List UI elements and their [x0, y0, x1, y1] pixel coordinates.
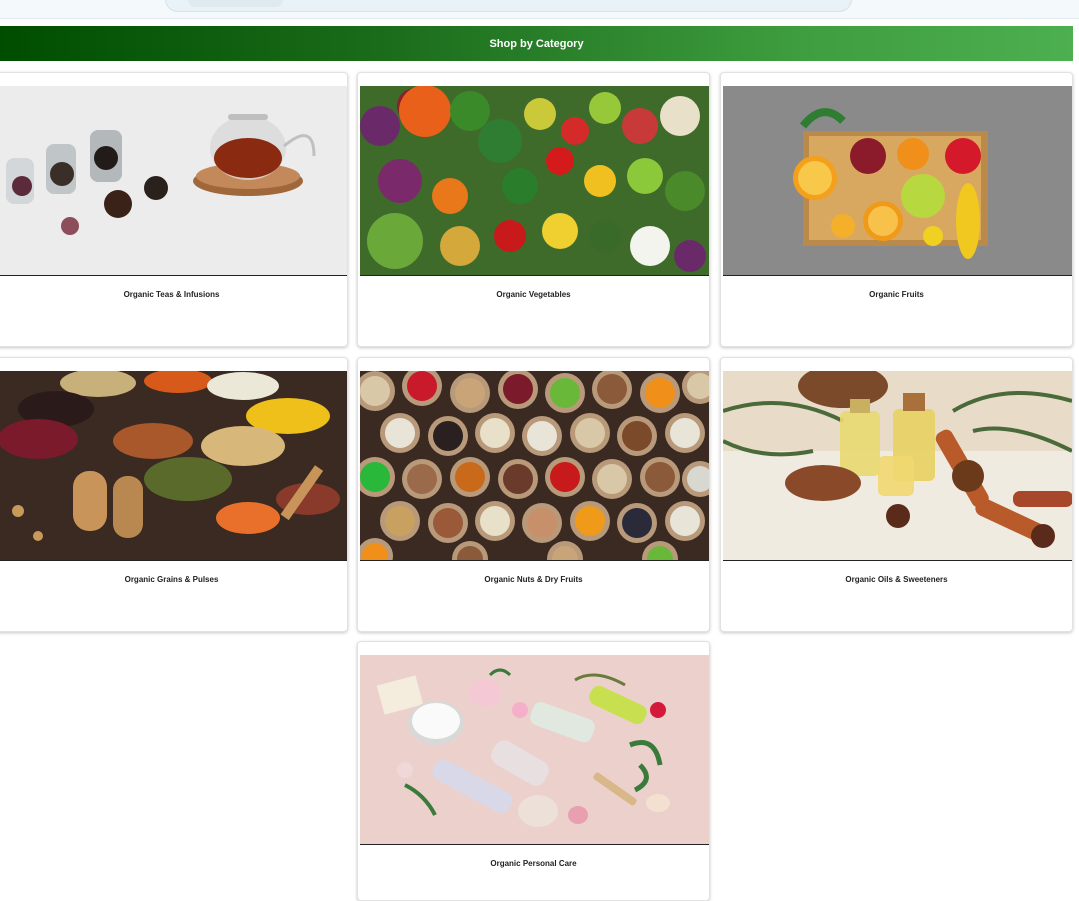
category-card-nuts[interactable]: Organic Nuts & Dry Fruits: [357, 357, 710, 632]
category-card-personal-care[interactable]: Organic Personal Care: [357, 641, 710, 901]
category-image-personal-care[interactable]: [360, 655, 709, 845]
category-card-teas[interactable]: Organic Teas & Infusions: [0, 72, 348, 347]
category-label-oils[interactable]: Organic Oils & Sweeteners: [721, 575, 1072, 584]
top-header-bar: [0, 0, 1079, 19]
category-image-fruits[interactable]: [723, 86, 1072, 276]
search-bar[interactable]: [165, 0, 852, 12]
category-image-nuts[interactable]: [360, 371, 709, 561]
category-label-teas[interactable]: Organic Teas & Infusions: [0, 290, 347, 299]
category-label-personal-care[interactable]: Organic Personal Care: [358, 859, 709, 868]
category-image-vegetables[interactable]: [360, 86, 709, 276]
category-image-teas[interactable]: [0, 86, 347, 276]
section-title: Shop by Category: [489, 37, 584, 50]
category-card-oils[interactable]: Organic Oils & Sweeteners: [720, 357, 1073, 632]
category-label-vegetables[interactable]: Organic Vegetables: [358, 290, 709, 299]
category-image-grains[interactable]: [0, 371, 347, 561]
category-section-header: Shop by Category: [0, 26, 1073, 61]
category-card-fruits[interactable]: Organic Fruits: [720, 72, 1073, 347]
category-label-grains[interactable]: Organic Grains & Pulses: [0, 575, 347, 584]
search-field-segment[interactable]: [188, 0, 283, 7]
category-card-vegetables[interactable]: Organic Vegetables: [357, 72, 710, 347]
category-image-oils[interactable]: [723, 371, 1072, 561]
category-card-grains[interactable]: Organic Grains & Pulses: [0, 357, 348, 632]
category-label-fruits[interactable]: Organic Fruits: [721, 290, 1072, 299]
category-label-nuts[interactable]: Organic Nuts & Dry Fruits: [358, 575, 709, 584]
